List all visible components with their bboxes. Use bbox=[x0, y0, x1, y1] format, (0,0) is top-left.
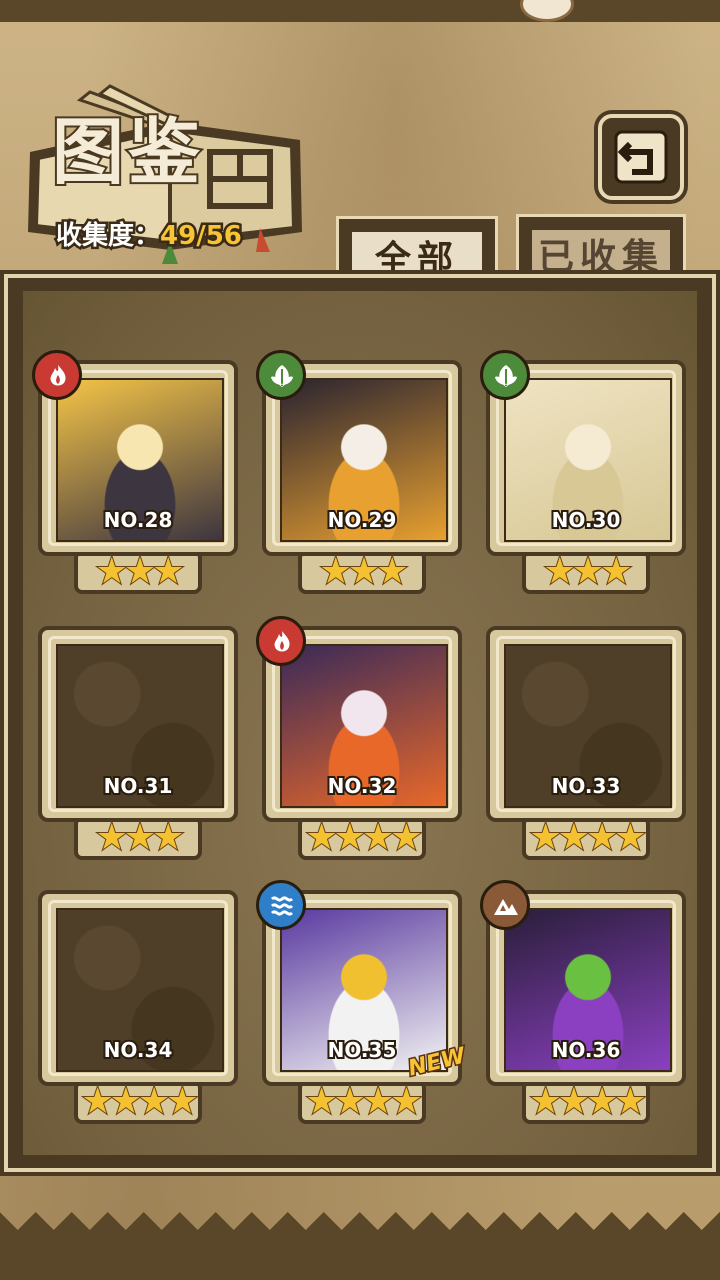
bottom-border-teeth bbox=[0, 1210, 720, 1232]
character-card[interactable]: NO.32 ★★★★ bbox=[256, 616, 462, 864]
card-number: NO.33 bbox=[550, 772, 623, 800]
fire-icon bbox=[32, 350, 82, 400]
collection-label: 收集度： bbox=[53, 219, 162, 254]
star-rating: ★★★★ bbox=[304, 817, 423, 859]
star-rating: ★★★★ bbox=[304, 1081, 423, 1123]
card-number: NO.30 bbox=[550, 506, 623, 534]
card-number: NO.28 bbox=[102, 506, 175, 534]
top-border-teeth bbox=[0, 0, 720, 36]
card-number: NO.32 bbox=[326, 772, 399, 800]
page-title: 图鉴 bbox=[50, 108, 205, 196]
character-card[interactable]: NO.34 ★★★★ bbox=[38, 890, 238, 1128]
card-number: NO.36 bbox=[550, 1036, 623, 1064]
character-card[interactable]: NO.31 ★★★ bbox=[38, 626, 238, 864]
character-card[interactable]: NO.29 ★★★ bbox=[256, 350, 462, 598]
star-rating: ★★★★ bbox=[528, 817, 647, 859]
character-card[interactable]: NO.28 ★★★ bbox=[32, 350, 238, 598]
star-rating: ★★★ bbox=[319, 551, 410, 593]
card-number: NO.29 bbox=[326, 506, 399, 534]
collection-progress: 收集度：49/56 bbox=[53, 218, 245, 254]
character-card[interactable]: NO.33 ★★★★ bbox=[486, 626, 686, 864]
star-rating: ★★★★ bbox=[80, 1081, 199, 1123]
star-rating: ★★★★ bbox=[528, 1081, 647, 1123]
star-rating: ★★★ bbox=[543, 551, 634, 593]
card-number: NO.31 bbox=[102, 772, 175, 800]
back-button[interactable] bbox=[598, 114, 684, 200]
star-rating: ★★★ bbox=[95, 817, 186, 859]
water-icon bbox=[256, 880, 306, 930]
star-rating: ★★★ bbox=[95, 551, 186, 593]
character-card[interactable]: NO.30 ★★★ bbox=[480, 350, 686, 598]
earth-icon bbox=[480, 880, 530, 930]
character-card[interactable]: NO.36 ★★★★ bbox=[480, 880, 686, 1128]
leaf-icon bbox=[480, 350, 530, 400]
fire-icon bbox=[256, 616, 306, 666]
character-card[interactable]: NO.35 ★★★★ NEW bbox=[256, 880, 469, 1128]
leaf-icon bbox=[256, 350, 306, 400]
back-arrow-icon bbox=[614, 130, 668, 184]
card-number: NO.34 bbox=[102, 1036, 175, 1064]
bottom-border bbox=[0, 1230, 720, 1280]
collection-value: 49/56 bbox=[158, 219, 245, 254]
